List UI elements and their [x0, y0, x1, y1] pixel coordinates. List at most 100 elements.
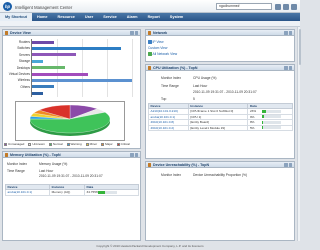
bar-row: Servers	[3, 52, 140, 58]
bar[interactable]	[32, 91, 44, 95]
panel-title: Network	[153, 31, 168, 35]
refresh-icon[interactable]	[284, 31, 288, 35]
panel-title: Memory Utilization (%) - TopN	[10, 153, 61, 157]
all-network-view-link[interactable]: All Network View	[148, 52, 177, 56]
network-panel: Network IP View Custom View All Network …	[145, 29, 295, 62]
pie-frame	[15, 101, 125, 141]
legend-label: Warning	[70, 142, 82, 146]
legend-swatch	[116, 142, 120, 146]
device-view-panel: Device View Routers Switches Servers Storag…	[2, 29, 141, 149]
legend-item: Normal	[48, 142, 63, 146]
bar-row: Storage	[3, 58, 140, 64]
date-range: 2010-11-09 19:31:07 - 2010-11-09 20:31:0…	[193, 90, 257, 94]
bar-label: Servers	[19, 52, 30, 57]
pie-legend: Unmanaged Unknown Normal Warning Minor Major C…	[4, 142, 141, 146]
bar[interactable]	[32, 72, 88, 76]
settings-icon[interactable]	[283, 3, 289, 10]
nav-item[interactable]: Alarm	[122, 13, 143, 21]
nav-item[interactable]: Report	[143, 13, 165, 21]
refresh-icon[interactable]	[130, 153, 134, 157]
bar[interactable]	[32, 46, 121, 50]
legend-label: Critical	[120, 142, 130, 146]
table-row[interactable]: A210(10.101.0.210) [CPUFrame 1 Slot 0 Sub…	[148, 108, 293, 115]
panel-icon	[4, 31, 8, 35]
nav-item[interactable]: Home	[32, 13, 53, 21]
bar-row: Others	[3, 84, 140, 90]
data-value: 9%	[249, 114, 255, 119]
network-view-icon	[148, 52, 152, 56]
close-icon[interactable]	[134, 153, 138, 157]
table-row[interactable]: 4610(10.101.0.2) [Entity Level1 Module #1…	[148, 124, 293, 131]
memory-table: Device Instance Data aruba(10.101.0.1) Memor…	[4, 184, 140, 196]
data-value: 34.755%	[86, 190, 99, 195]
cell-device[interactable]: aruba(10.101.0.1)	[4, 189, 51, 196]
nav-item[interactable]: Service	[98, 13, 122, 21]
refresh-icon[interactable]	[130, 31, 134, 35]
user-field[interactable]: ngcdhumme#	[216, 3, 272, 10]
page-scrollbar[interactable]	[297, 27, 301, 241]
monitor-index-value: Memory Usage (%)	[39, 162, 68, 166]
close-icon[interactable]	[288, 66, 292, 70]
data-value: 5%	[249, 125, 255, 130]
monitor-index-label: Monitor Index	[7, 162, 27, 166]
nav-item[interactable]: My Shortcut	[0, 13, 32, 21]
monitor-index-label: Monitor Index	[161, 76, 181, 80]
legend-item: Unmanaged	[4, 142, 24, 146]
table-row[interactable]: aruba(10.101.0.1) Memory (AQ) 34.755%	[4, 189, 140, 196]
panel-icon	[147, 163, 151, 167]
cell-device[interactable]: 4610(10.101.0.2)	[148, 124, 189, 131]
refresh-icon[interactable]	[284, 66, 288, 70]
bar[interactable]	[32, 78, 132, 82]
legend-swatch	[48, 142, 52, 146]
bar[interactable]	[32, 85, 55, 89]
monitor-index-value: CPU Usage (%)	[193, 76, 217, 80]
bar[interactable]	[32, 66, 66, 70]
nav-item[interactable]: User	[80, 13, 98, 21]
progress-bar	[261, 109, 281, 113]
time-range-label: Time Range	[7, 169, 25, 173]
close-icon[interactable]	[288, 31, 292, 35]
legend-swatch	[28, 142, 32, 146]
bar[interactable]	[32, 40, 55, 44]
cell-data: 34.755%	[83, 189, 140, 196]
scrollbar-thumb[interactable]	[298, 29, 301, 65]
data-value: 8%	[249, 120, 255, 125]
close-icon[interactable]	[288, 163, 292, 167]
bar[interactable]	[32, 53, 77, 57]
bar-label: Desktops	[16, 65, 30, 70]
bar-row: Wireless	[3, 77, 140, 83]
help-icon[interactable]	[275, 3, 281, 10]
bar-label: Switches	[17, 46, 30, 51]
close-icon[interactable]	[134, 31, 138, 35]
panel-icon	[147, 66, 151, 70]
legend-label: Major	[105, 142, 113, 146]
custom-view-link[interactable]: Custom View	[148, 46, 167, 50]
time-range-value: Last Hour	[193, 84, 208, 88]
time-range-value: Last Hour	[39, 169, 54, 173]
logout-icon[interactable]	[291, 3, 297, 10]
top-right-tools: ngcdhumme#	[216, 3, 297, 10]
panel-header: Network	[146, 30, 294, 36]
ip-view-label: IP View	[152, 40, 164, 44]
all-network-view-label: All Network View	[152, 52, 178, 56]
bar-label: Routers	[18, 40, 30, 44]
refresh-icon[interactable]	[284, 163, 288, 167]
legend-label: Unknown	[32, 142, 45, 146]
progress-fill	[98, 190, 106, 194]
cpu-table: Device Instance Data A210(10.101.0.210) [CPU…	[148, 103, 293, 131]
legend-swatch	[85, 142, 89, 146]
nav-item[interactable]: System	[165, 13, 189, 21]
top-label: Top	[161, 97, 167, 101]
progress-bar	[261, 126, 281, 130]
nav-item[interactable]: Resource	[53, 13, 80, 21]
cell-instance: [Entity Level1 Module #1]	[187, 124, 249, 131]
bar-row: Routers	[3, 39, 140, 45]
legend-item: Minor	[85, 142, 97, 146]
panel-icon	[4, 153, 8, 157]
legend-label: Normal	[52, 142, 63, 146]
ip-view-link[interactable]: IP View	[148, 40, 164, 44]
legend-label: Unmanaged	[8, 142, 25, 146]
panel-header: Device Unreachability (%) - TopN	[146, 162, 294, 168]
cell-data: 5%	[247, 124, 293, 131]
bar[interactable]	[32, 59, 44, 63]
